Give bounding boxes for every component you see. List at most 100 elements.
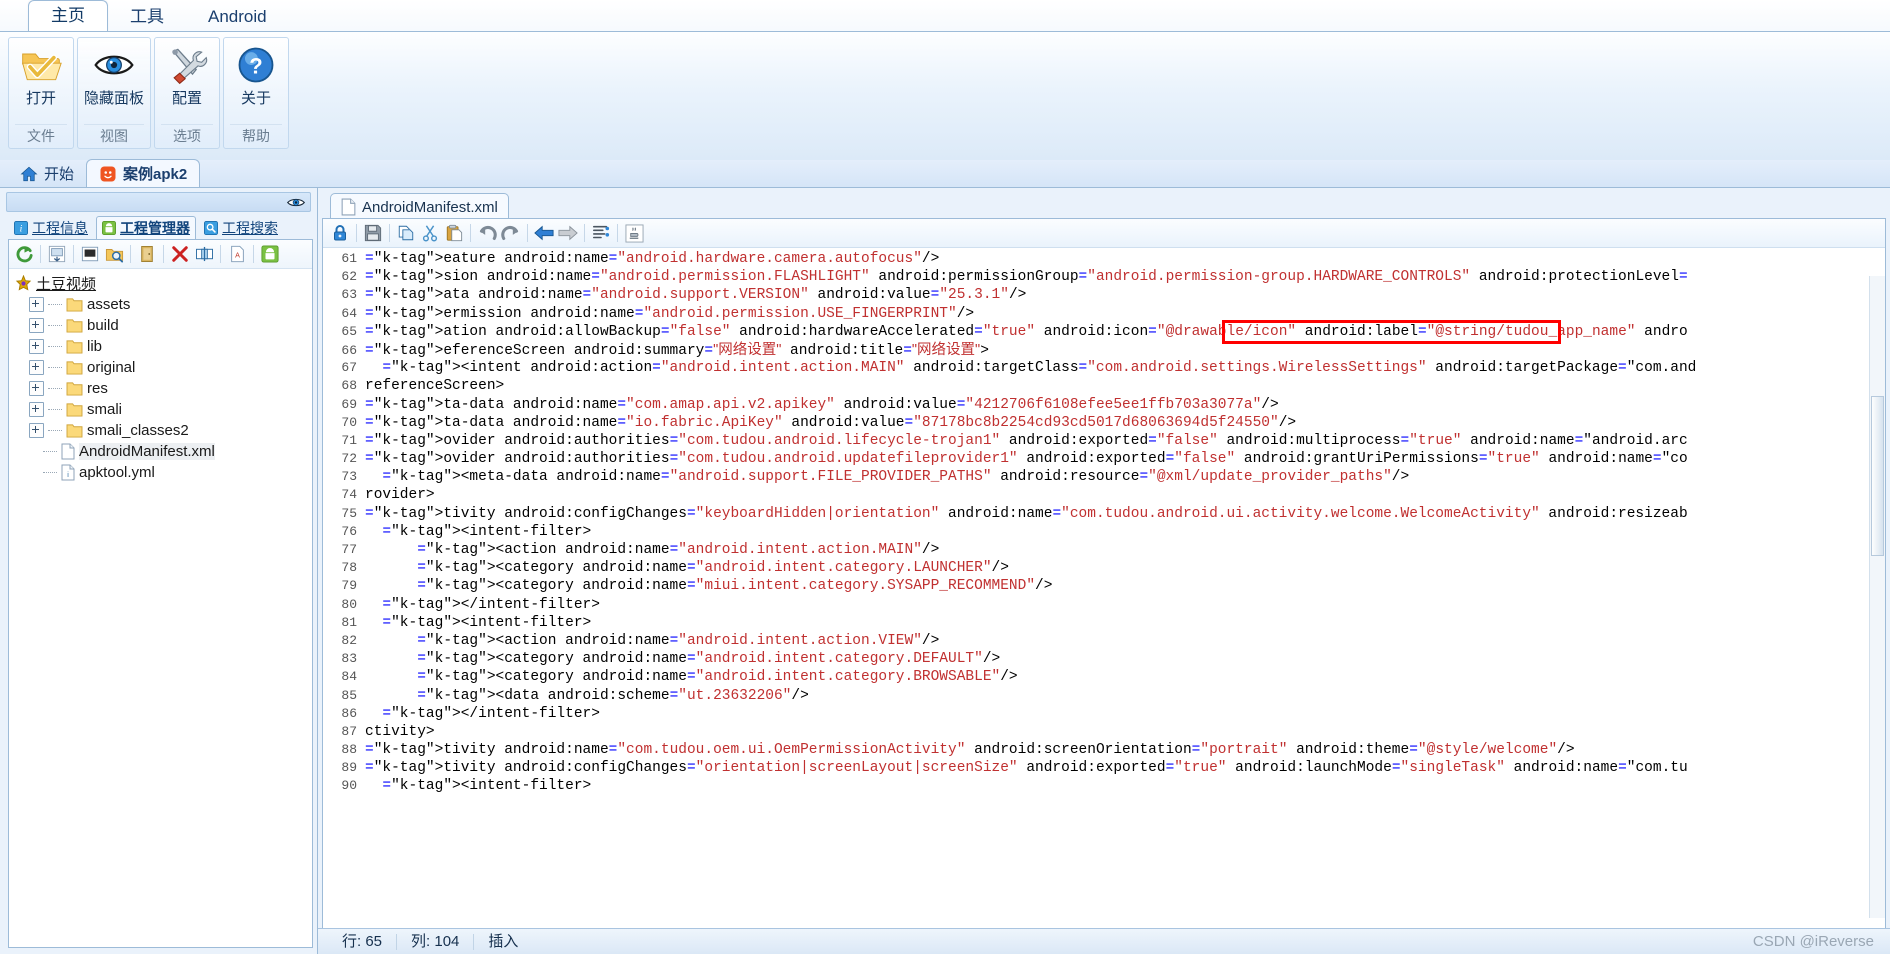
- expand-toggle[interactable]: [29, 381, 44, 396]
- code-line: 79 ="k-tag"><category android:name="miui…: [323, 577, 1885, 595]
- doc-tab-start[interactable]: 开始: [8, 160, 86, 187]
- folder-icon: [66, 403, 83, 417]
- format-icon[interactable]: [590, 222, 612, 244]
- editor-tab-strip: AndroidManifest.xml: [322, 192, 1886, 220]
- line-number: 68: [341, 378, 357, 394]
- folder-icon: [66, 298, 83, 312]
- yml-file-icon: i: [61, 464, 75, 481]
- expand-toggle[interactable]: [29, 423, 44, 438]
- ribbon-tab-home[interactable]: 主页: [28, 0, 108, 32]
- tree-node-label: res: [87, 380, 108, 397]
- tree-node-apktool-yml[interactable]: i apktool.yml: [15, 462, 312, 483]
- paste-icon[interactable]: [443, 222, 465, 244]
- hide-panel-button[interactable]: 隐藏面板: [84, 41, 144, 107]
- xml-file-icon: [341, 198, 356, 216]
- undo-icon[interactable]: [476, 222, 498, 244]
- code-editor[interactable]: 61 ="k-tag">eature android:name="android.…: [323, 248, 1885, 934]
- tree-node-build[interactable]: build: [15, 315, 312, 336]
- refresh-icon[interactable]: [13, 243, 35, 265]
- code-line: 86 ="k-tag"></intent-filter>: [323, 705, 1885, 723]
- delete-icon[interactable]: [169, 243, 191, 265]
- tree-node-lib[interactable]: lib: [15, 336, 312, 357]
- back-arrow-icon[interactable]: [533, 222, 555, 244]
- open-folder-icon: [22, 53, 62, 81]
- folder-icon: [66, 382, 83, 396]
- expand-toggle[interactable]: [29, 360, 44, 375]
- vertical-scrollbar-thumb[interactable]: [1871, 396, 1884, 556]
- door-icon[interactable]: [136, 243, 158, 265]
- line-number: 62: [341, 269, 357, 285]
- cut-icon[interactable]: [419, 222, 441, 244]
- save-icon[interactable]: [362, 222, 384, 244]
- code-line: 87 ctivity>: [323, 723, 1885, 741]
- java-icon[interactable]: [623, 222, 645, 244]
- line-number: 79: [341, 578, 357, 594]
- left-tab-project-search[interactable]: 工程搜索: [198, 216, 284, 240]
- find-in-files-icon[interactable]: [103, 243, 125, 265]
- doc-tab-apk[interactable]: 案例apk2: [86, 159, 201, 187]
- tree-node-smali-classes2[interactable]: smali_classes2: [15, 420, 312, 441]
- expand-toggle[interactable]: [29, 318, 44, 333]
- home-icon: [20, 166, 38, 181]
- open-button[interactable]: 打开: [15, 41, 67, 107]
- line-number: 86: [341, 705, 357, 721]
- tools-icon: [172, 48, 208, 85]
- left-tab-project-info-label: 工程信息: [32, 220, 88, 236]
- ribbon-group-options: 配置 选项: [154, 37, 221, 149]
- eye-icon[interactable]: [287, 196, 305, 209]
- code-line: 67 ="k-tag"><intent android:action="andr…: [323, 359, 1885, 377]
- tree-node-root[interactable]: 土豆视频: [15, 273, 312, 294]
- editor-tab-android-manifest[interactable]: AndroidManifest.xml: [330, 193, 509, 220]
- folder-icon: [66, 340, 83, 354]
- code-line: 64 ="k-tag">ermission android:name="andro…: [323, 305, 1885, 323]
- line-number: 69: [341, 396, 357, 412]
- left-tab-project-manager[interactable]: 工程管理器: [96, 216, 196, 240]
- android-icon: [102, 221, 116, 235]
- ribbon-group-options-title: 选项: [161, 124, 214, 146]
- code-line: 66 ="k-tag">eferenceScreen android:summar…: [323, 341, 1885, 359]
- folder-icon: [66, 319, 83, 333]
- expand-toggle[interactable]: [29, 339, 44, 354]
- line-number: 84: [341, 669, 357, 685]
- project-tree-toolbar: A: [9, 240, 312, 269]
- line-number: 80: [341, 596, 357, 612]
- forward-arrow-icon[interactable]: [557, 222, 579, 244]
- text-file-icon[interactable]: A: [226, 243, 248, 265]
- left-tab-project-info[interactable]: i 工程信息: [8, 216, 94, 240]
- toolbar-separator: [220, 245, 221, 263]
- code-line: 89 ="k-tag">tivity android:configChanges=…: [323, 759, 1885, 777]
- tree-node-res[interactable]: res: [15, 378, 312, 399]
- tree-connector: [48, 408, 62, 411]
- toolbar-separator: [356, 224, 357, 242]
- redo-icon[interactable]: [500, 222, 522, 244]
- android-build-icon[interactable]: [259, 243, 281, 265]
- rename-icon[interactable]: [193, 243, 215, 265]
- copy-icon[interactable]: [395, 222, 417, 244]
- document-tab-strip: 开始 案例apk2: [0, 159, 1890, 188]
- tree-node-original[interactable]: original: [15, 357, 312, 378]
- line-number: 90: [341, 778, 357, 794]
- about-button[interactable]: ? 关于: [230, 41, 282, 107]
- expand-toggle[interactable]: [29, 402, 44, 417]
- lock-icon[interactable]: [329, 222, 351, 244]
- expand-toggle[interactable]: [29, 297, 44, 312]
- ribbon-tab-tools[interactable]: 工具: [108, 2, 186, 32]
- line-number: 74: [341, 487, 357, 503]
- code-line: 73 ="k-tag"><meta-data android:name="and…: [323, 468, 1885, 486]
- vertical-scrollbar[interactable]: [1869, 276, 1885, 918]
- editor-frame: 61 ="k-tag">eature android:name="android.…: [322, 218, 1886, 952]
- line-number: 75: [341, 505, 357, 521]
- application-window: 主页 工具 Android 打开 文件 隐藏面板 视图 配置 选项 ? 关于 帮…: [0, 0, 1890, 954]
- compile-icon[interactable]: [79, 243, 101, 265]
- tree-node-android-manifest[interactable]: AndroidManifest.xml: [15, 441, 312, 462]
- tree-connector: [43, 471, 57, 474]
- ribbon-group-help: ? 关于 帮助: [223, 37, 290, 149]
- tree-node-assets[interactable]: assets: [15, 294, 312, 315]
- line-number: 70: [341, 414, 357, 430]
- tree-node-label: original: [87, 359, 136, 376]
- config-button-label: 配置: [172, 90, 203, 107]
- tree-node-smali[interactable]: smali: [15, 399, 312, 420]
- ribbon-tab-android[interactable]: Android: [186, 2, 289, 32]
- config-button[interactable]: 配置: [161, 41, 213, 107]
- export-icon[interactable]: [46, 243, 68, 265]
